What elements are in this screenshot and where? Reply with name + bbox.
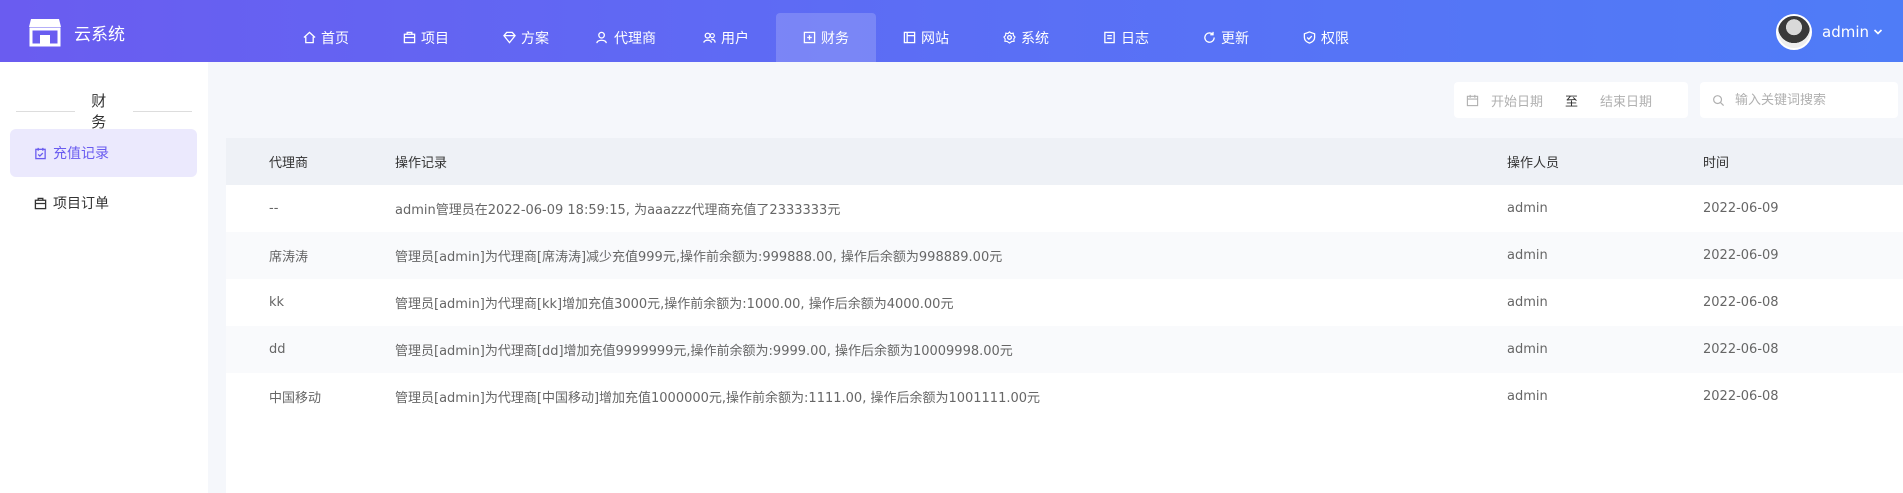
nav-label: 方案 (521, 30, 549, 47)
nav-item-website[interactable]: 网站 (876, 13, 976, 62)
settings-icon (1003, 31, 1016, 44)
search-box (1700, 82, 1898, 118)
nav-label: 代理商 (614, 30, 656, 47)
order-icon (34, 197, 47, 209)
nav-item-plan[interactable]: 方案 (476, 13, 576, 62)
cell-agent: 中国移动 (269, 391, 322, 406)
refresh-icon (1204, 31, 1215, 43)
cell-time: 2022-06-09 (1703, 248, 1779, 263)
sidebar-item-project-orders[interactable]: 项目订单 (10, 179, 197, 227)
divider (16, 110, 76, 112)
cell-operator: admin (1507, 248, 1548, 263)
sidebar: 财务 充值记录 项目订单 (0, 62, 208, 493)
cell-operator: admin (1507, 342, 1548, 357)
cell-record: 管理员[admin]为代理商[席涛涛]减少充值999元,操作前余额为:99988… (395, 250, 1003, 265)
main-nav: 首页 项目 方案 代理商 用户 财务 网站 系统 日志 更新 权限 (276, 13, 1376, 62)
nav-label: 日志 (1121, 30, 1149, 47)
cell-record: 管理员[admin]为代理商[中国移动]增加充值1000000元,操作前余额为:… (395, 391, 1041, 406)
table-row[interactable]: dd 管理员[admin]为代理商[dd]增加充值9999999元,操作前余额为… (226, 326, 1903, 373)
user-group-icon (596, 31, 607, 44)
cell-operator: admin (1507, 295, 1548, 310)
main-content: 开始日期 至 结束日期 代理商 操作记录 操作人员 时间 -- admin管理员… (208, 62, 1903, 493)
date-range-picker[interactable]: 开始日期 至 结束日期 (1454, 82, 1688, 118)
column-header-agent: 代理商 (269, 156, 309, 171)
table-header: 代理商 操作记录 操作人员 时间 (226, 138, 1903, 185)
cell-time: 2022-06-08 (1703, 389, 1779, 404)
cell-time: 2022-06-08 (1703, 342, 1779, 357)
sidebar-title: 财务 (0, 90, 208, 132)
finance-icon (803, 31, 816, 44)
nav-item-update[interactable]: 更新 (1176, 13, 1276, 62)
chevron-down-icon (1873, 29, 1883, 35)
store-icon (29, 19, 61, 47)
nav-label: 首页 (321, 30, 349, 47)
cell-agent: -- (269, 201, 279, 216)
date-separator: 至 (1565, 94, 1579, 110)
table-row[interactable]: -- admin管理员在2022-06-09 18:59:15, 为aaazzz… (226, 185, 1903, 232)
diamond-icon (503, 31, 516, 44)
cell-record: admin管理员在2022-06-09 18:59:15, 为aaazzz代理商… (395, 203, 841, 218)
nav-item-log[interactable]: 日志 (1076, 13, 1176, 62)
sidebar-item-recharge-records[interactable]: 充值记录 (10, 129, 197, 177)
users-icon (703, 32, 716, 43)
avatar[interactable] (1776, 14, 1812, 50)
nav-item-project[interactable]: 项目 (376, 13, 476, 62)
search-input[interactable] (1735, 92, 1885, 108)
sidebar-item-label: 充值记录 (53, 146, 109, 162)
cell-agent: dd (269, 342, 286, 357)
shield-icon (1303, 31, 1316, 44)
nav-label: 财务 (821, 30, 849, 47)
nav-label: 系统 (1021, 30, 1049, 47)
cell-operator: admin (1507, 201, 1548, 216)
start-date-input[interactable]: 开始日期 (1491, 91, 1543, 110)
records-table: 代理商 操作记录 操作人员 时间 -- admin管理员在2022-06-09 … (226, 138, 1903, 493)
nav-label: 项目 (421, 30, 449, 47)
table-row[interactable]: 中国移动 管理员[admin]为代理商[中国移动]增加充值1000000元,操作… (226, 373, 1903, 420)
column-header-operator: 操作人员 (1507, 156, 1560, 171)
cell-operator: admin (1507, 389, 1548, 404)
user-name: admin (1822, 23, 1869, 41)
divider (132, 110, 192, 112)
user-menu[interactable]: admin (1776, 14, 1883, 50)
nav-item-agent[interactable]: 代理商 (576, 13, 676, 62)
cell-time: 2022-06-08 (1703, 295, 1779, 310)
app-title: 云系统 (74, 24, 125, 45)
nav-item-finance[interactable]: 财务 (776, 13, 876, 62)
table-row[interactable]: kk 管理员[admin]为代理商[kk]增加充值3000元,操作前余额为:10… (226, 279, 1903, 326)
nav-label: 用户 (721, 30, 749, 47)
column-header-time: 时间 (1703, 156, 1730, 171)
recharge-icon (35, 147, 46, 159)
nav-label: 更新 (1221, 30, 1249, 47)
end-date-input[interactable]: 结束日期 (1600, 91, 1652, 110)
calendar-icon (1466, 94, 1479, 106)
table-row[interactable]: 席涛涛 管理员[admin]为代理商[席涛涛]减少充值999元,操作前余额为:9… (226, 232, 1903, 279)
search-icon (1713, 94, 1725, 106)
cell-agent: kk (269, 295, 285, 310)
nav-item-permission[interactable]: 权限 (1276, 13, 1376, 62)
cell-record: 管理员[admin]为代理商[kk]增加充值3000元,操作前余额为:1000.… (395, 297, 954, 312)
nav-item-system[interactable]: 系统 (976, 13, 1076, 62)
nav-item-user[interactable]: 用户 (676, 13, 776, 62)
cell-time: 2022-06-09 (1703, 201, 1779, 216)
top-header: 云系统 首页 项目 方案 代理商 用户 财务 网站 系统 日志 更新 权限 ad… (0, 0, 1903, 62)
cell-agent: 席涛涛 (269, 250, 309, 265)
nav-label: 网站 (921, 30, 949, 47)
nav-item-home[interactable]: 首页 (276, 13, 376, 62)
cell-record: 管理员[admin]为代理商[dd]增加充值9999999元,操作前余额为:99… (395, 344, 1013, 359)
home-icon (303, 31, 316, 44)
nav-label: 权限 (1321, 30, 1349, 47)
web-icon (903, 31, 916, 44)
sidebar-item-label: 项目订单 (53, 196, 109, 212)
column-header-record: 操作记录 (395, 156, 448, 171)
box-icon (403, 31, 416, 44)
log-icon (1104, 31, 1115, 44)
sidebar-title-text: 财务 (91, 92, 107, 131)
app-logo[interactable]: 云系统 (28, 14, 125, 50)
